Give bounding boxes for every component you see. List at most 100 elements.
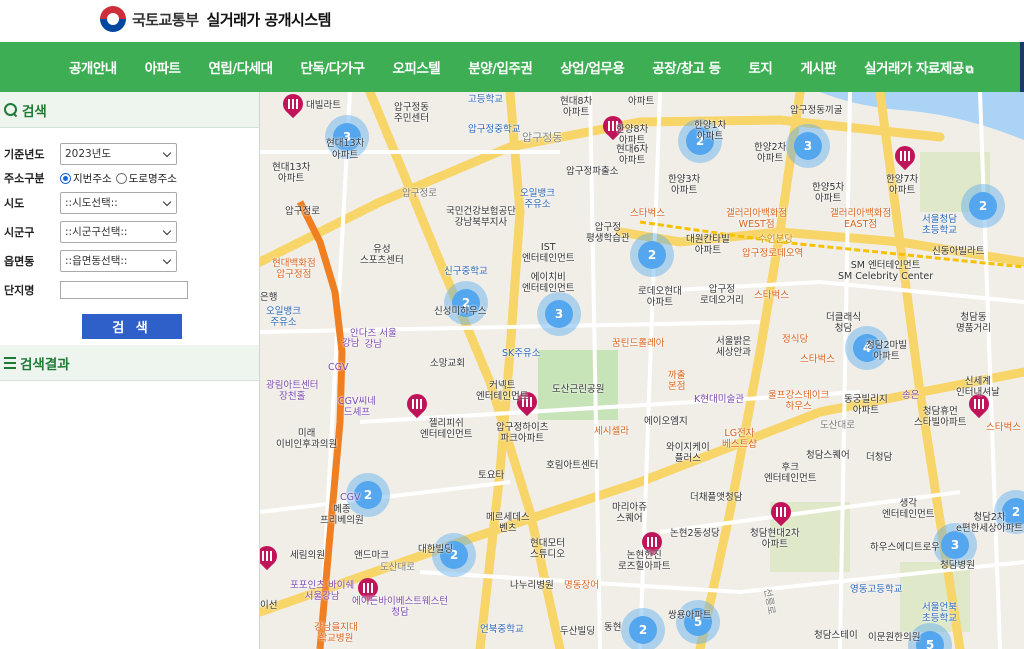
- nav-item-guide[interactable]: 공개안내: [55, 57, 131, 77]
- cluster-marker[interactable]: 2: [621, 608, 665, 649]
- main-nav: 공개안내 아파트 연립/다세대 단독/다가구 오피스텔 분양/입주권 상업/업무…: [0, 42, 1024, 92]
- cluster-marker[interactable]: 2: [432, 533, 476, 577]
- address-lot-radio[interactable]: 지번주소: [60, 171, 112, 186]
- map-label: 신성미하우스: [434, 306, 487, 317]
- radio-checked-icon: [60, 172, 71, 184]
- system-name: 실거래가 공개시스템: [206, 10, 332, 29]
- map-label: 서울밝은 세상안과: [716, 336, 751, 358]
- map-label: 광림아트센터 장천홀: [266, 380, 319, 402]
- cluster-marker[interactable]: 2: [961, 184, 1005, 228]
- address-road-label: 도로명주소: [128, 172, 177, 185]
- map-label: 메종 프리베의원: [320, 504, 364, 526]
- nav-item-data[interactable]: 실거래가 자료제공 ⧉: [850, 57, 987, 77]
- map-label: 신동아빌라트: [932, 246, 985, 257]
- base-year-select[interactable]: 2023년도: [60, 142, 177, 165]
- map-label: 스타벅스: [630, 208, 665, 219]
- map-label: 와이지케이 플러스: [666, 442, 710, 464]
- cluster-marker[interactable]: 2: [444, 281, 488, 325]
- map-label: 강남: [342, 338, 360, 349]
- cluster-marker[interactable]: 3: [537, 292, 581, 336]
- map-label: 압구정 로데오거리: [700, 284, 744, 306]
- complex-name-input[interactable]: [60, 280, 188, 299]
- address-type-label: 주소구분: [4, 172, 45, 185]
- nav-item-apartment[interactable]: 아파트: [131, 57, 195, 77]
- nav-item-commercial[interactable]: 상업/업무용: [546, 57, 638, 77]
- map-label: 스타벅스: [986, 422, 1021, 433]
- cluster-marker[interactable]: 5: [676, 600, 720, 644]
- map-label: 압구정동 주민센터: [394, 102, 429, 124]
- nav-item-factory[interactable]: 공장/창고 등: [638, 57, 734, 77]
- cluster-marker[interactable]: 2: [630, 233, 674, 277]
- map-label: 호림아트센터: [546, 460, 599, 471]
- property-pin-icon[interactable]: [260, 546, 278, 574]
- map-label: 까출 본점: [668, 370, 686, 392]
- sigungu-select[interactable]: ::시군구선택::: [60, 220, 177, 243]
- map-label: 앤드마크: [354, 550, 389, 561]
- search-form: 기준년도 2023년도 주소구분 지번주소 도로명주소 시도 ::시도선택:: …: [0, 128, 259, 339]
- address-lot-label: 지번주소: [73, 172, 112, 185]
- map-label: 갤러리아백화점 EAST점: [830, 208, 892, 230]
- sido-select[interactable]: ::시도선택::: [60, 191, 177, 214]
- top-bar: 국토교통부 실거래가 공개시스템: [0, 0, 1024, 42]
- map-label: 이선: [260, 600, 278, 611]
- nav-item-officetel[interactable]: 오피스텔: [379, 57, 455, 77]
- map-label: 고등학교: [468, 94, 503, 105]
- map-label: 영동고등학교: [850, 584, 903, 595]
- sido-label: 시도: [4, 196, 25, 210]
- property-pin-icon[interactable]: [968, 394, 990, 422]
- map-label: 도산근린공원: [552, 384, 605, 395]
- eupmyeondong-select[interactable]: ::읍면동선택::: [60, 249, 177, 272]
- map-label: 아파트: [332, 150, 359, 161]
- map-label: CGV씨네 드셰프: [338, 396, 376, 418]
- map-label: 도산대로: [820, 420, 855, 431]
- map-label: 소망교회: [430, 358, 465, 369]
- eupmyeondong-label: 읍면동: [4, 254, 35, 268]
- site-logo[interactable]: 국토교통부 실거래가 공개시스템: [100, 5, 331, 33]
- map-label: 정식당: [782, 334, 809, 345]
- cluster-marker[interactable]: 3: [786, 124, 830, 168]
- map-label: 신구중학교: [444, 266, 488, 277]
- search-button[interactable]: 검 색: [82, 314, 182, 339]
- government-emblem-icon: [100, 6, 126, 32]
- map-label: 두산빌딩: [560, 626, 595, 637]
- map-label: 한양8차 아파트: [616, 124, 649, 146]
- nav-item-land[interactable]: 토지: [735, 57, 787, 77]
- map-label: 서울청담 초등학교: [922, 214, 957, 236]
- map-label: 하우스에디트로우: [870, 542, 940, 553]
- map-label: 압구정로: [285, 206, 320, 217]
- map-label: 대빌라트: [306, 100, 341, 111]
- map-label: 후크 엔터테인먼트: [764, 462, 817, 484]
- radio-unchecked-icon: [115, 172, 127, 184]
- search-header: 검색: [0, 92, 259, 128]
- map-label: 현대백화점 압구정점: [272, 258, 316, 280]
- map-label: 오일뱅크 주유소: [520, 188, 555, 210]
- map-label: 동궁빌리지 아파트: [844, 394, 888, 416]
- complex-name-label: 단지명: [4, 283, 35, 297]
- nav-item-detached[interactable]: 단독/다가구: [286, 57, 378, 77]
- nav-item-rowhouse[interactable]: 연립/다세대: [194, 57, 286, 77]
- map-label: K현대미술관: [694, 394, 744, 405]
- map-label: CGV: [340, 492, 361, 503]
- map-label: 이문원한의원: [868, 632, 921, 643]
- map-label: 논현2동성당: [670, 528, 720, 539]
- map-label: 아파트: [628, 96, 655, 107]
- map-label: 스타벅스: [754, 290, 789, 301]
- map-label: 에이치비 엔터테인먼트: [522, 272, 575, 294]
- property-pin-icon[interactable]: [282, 94, 304, 122]
- map-label: 수인분당: [758, 234, 793, 245]
- map-label: 더채플앳청담: [690, 492, 743, 503]
- map-label: 도산대로: [380, 562, 415, 573]
- map-label: 더클래식 청담: [826, 312, 861, 334]
- nav-item-presale[interactable]: 분양/입주권: [454, 57, 546, 77]
- map-view[interactable]: 3 2 3 2 2 2 3 4 2 2 3 2 2 5 5 대빌라트 압구정동 …: [260, 92, 1024, 649]
- address-road-radio[interactable]: 도로명주소: [115, 171, 177, 186]
- results-header: 검색결과: [0, 345, 259, 381]
- nav-item-board[interactable]: 게시판: [786, 57, 850, 77]
- base-year-label: 기준년도: [4, 147, 45, 161]
- map-label: 청담휴먼 스타빌아파트: [914, 406, 967, 428]
- search-panel: 검색 기준년도 2023년도 주소구분 지번주소 도로명주소 시도 ::시도선택…: [0, 92, 260, 649]
- map-label: 압구정로: [402, 188, 437, 199]
- map-label: 오일뱅크 주유소: [266, 306, 301, 328]
- property-pin-icon[interactable]: [894, 146, 916, 174]
- property-pin-icon[interactable]: [770, 502, 792, 530]
